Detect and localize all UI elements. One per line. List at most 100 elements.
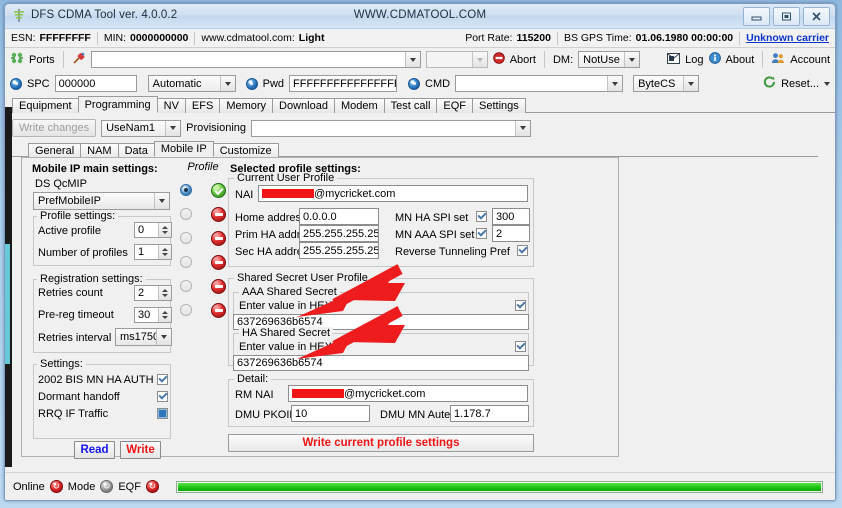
abort-icon[interactable]: [492, 52, 505, 67]
pwd-input[interactable]: FFFFFFFFFFFFFFFF: [289, 75, 398, 92]
settings-checkbox-row[interactable]: 2002 BIS MN HA AUTH: [38, 372, 168, 387]
spc-input[interactable]: 000000: [54, 75, 137, 92]
sub-tab-nam[interactable]: NAM: [80, 143, 119, 157]
number-of-profiles-stepper[interactable]: 1: [134, 244, 172, 260]
reset-label[interactable]: Reset...: [781, 78, 819, 90]
eqf-refresh-icon[interactable]: ↻: [145, 480, 159, 493]
profile-disabled-icon[interactable]: [211, 254, 226, 270]
abort-label[interactable]: Abort: [510, 54, 536, 66]
about-icon[interactable]: [708, 52, 721, 67]
settings-checkbox-row[interactable]: Dormant handoff: [38, 389, 168, 404]
profile-row[interactable]: [180, 300, 226, 320]
mn-aaa-spi-checkbox[interactable]: [476, 228, 487, 239]
ha-hex-input[interactable]: 637269636b6574: [233, 355, 529, 371]
sub-tab-customize[interactable]: Customize: [212, 143, 279, 157]
stepper-buttons[interactable]: [158, 245, 171, 259]
about-label[interactable]: About: [726, 54, 755, 66]
account-label[interactable]: Account: [790, 54, 830, 66]
retries-count-stepper[interactable]: 2: [134, 285, 172, 301]
mode-refresh-icon[interactable]: ↻: [100, 480, 114, 493]
dmu-pkoid-input[interactable]: 10: [291, 405, 370, 422]
settings-checkbox[interactable]: [157, 374, 168, 385]
profile-radio[interactable]: [180, 208, 192, 220]
profile-radio[interactable]: [180, 280, 192, 292]
sub-tab-mobile-ip[interactable]: Mobile IP: [153, 141, 214, 157]
profile-radio[interactable]: [180, 304, 192, 316]
pwd-radio-icon[interactable]: [245, 77, 258, 90]
settings-checkbox-row[interactable]: RRQ IF Traffic: [38, 406, 168, 421]
chevron-down-icon[interactable]: [515, 120, 531, 136]
ds-qcmip-select[interactable]: PrefMobileIP: [33, 192, 170, 210]
bytecs-select[interactable]: ByteCS: [633, 75, 700, 92]
cmd-radio-icon[interactable]: [408, 77, 421, 90]
mn-ha-spi-checkbox[interactable]: [476, 211, 487, 222]
write-changes-button[interactable]: Write changes: [12, 119, 97, 137]
home-address-input[interactable]: 0.0.0.0: [299, 208, 379, 225]
aaa-hex-checkbox[interactable]: [515, 300, 526, 311]
stepper-buttons[interactable]: [158, 223, 171, 237]
main-tab-eqf[interactable]: EQF: [436, 98, 474, 113]
chevron-down-icon[interactable]: [219, 76, 235, 91]
nam-select[interactable]: UseNam1: [101, 119, 182, 137]
dmu-mn-auteth-input[interactable]: 1.178.7: [450, 405, 529, 422]
settings-checkbox[interactable]: [157, 408, 168, 419]
write-current-profile-button[interactable]: Write current profile settings: [228, 434, 534, 452]
chevron-down-icon[interactable]: [624, 52, 640, 67]
port-select[interactable]: [90, 51, 421, 68]
profile-radio[interactable]: [180, 232, 192, 244]
profile-radio[interactable]: [180, 256, 192, 268]
reverse-tunneling-checkbox[interactable]: [517, 245, 528, 256]
provisioning-select[interactable]: [251, 119, 532, 137]
profile-disabled-icon[interactable]: [211, 302, 226, 318]
log-label[interactable]: Log: [685, 54, 703, 66]
read-button[interactable]: Read: [74, 441, 115, 459]
chevron-down-icon[interactable]: [156, 329, 171, 345]
online-refresh-icon[interactable]: ↻: [49, 480, 63, 493]
main-tab-download[interactable]: Download: [272, 98, 335, 113]
port-speed-select[interactable]: [425, 51, 488, 68]
main-tab-settings[interactable]: Settings: [472, 98, 526, 113]
profile-enabled-icon[interactable]: [211, 182, 226, 198]
main-tab-programming[interactable]: Programming: [77, 96, 158, 113]
profile-row[interactable]: [180, 252, 226, 272]
dm-select[interactable]: NotUse: [578, 51, 641, 68]
settings-checkbox[interactable]: [157, 391, 168, 402]
sub-tab-data[interactable]: Data: [117, 143, 155, 157]
maximize-icon[interactable]: [773, 7, 800, 26]
chevron-down-icon[interactable]: [165, 120, 181, 136]
stepper-buttons[interactable]: [158, 308, 171, 322]
profile-disabled-icon[interactable]: [211, 230, 226, 246]
chevron-down-icon[interactable]: [404, 52, 420, 67]
chevron-down-icon[interactable]: [683, 76, 699, 91]
ha-hex-checkbox[interactable]: [515, 341, 526, 352]
prim-ha-address-input[interactable]: 255.255.255.255: [299, 225, 379, 242]
chevron-down-icon[interactable]: [154, 193, 169, 209]
mn-ha-spi-input[interactable]: 300: [492, 208, 530, 225]
main-tab-modem[interactable]: Modem: [333, 98, 385, 113]
rm-nai-input[interactable]: @mycricket.com: [288, 385, 528, 402]
sub-tab-general[interactable]: General: [28, 143, 82, 157]
nai-input[interactable]: @mycricket.com: [258, 185, 528, 202]
profile-row[interactable]: [180, 180, 226, 200]
main-tab-test-call[interactable]: Test call: [383, 98, 438, 113]
main-tab-nv[interactable]: NV: [156, 98, 186, 113]
cmd-input[interactable]: [455, 75, 624, 92]
profile-radio[interactable]: [180, 184, 192, 196]
chevron-down-icon[interactable]: [824, 81, 830, 86]
profile-row[interactable]: [180, 228, 226, 248]
account-icon[interactable]: [771, 52, 785, 67]
profile-row[interactable]: [180, 204, 226, 224]
carrier-link[interactable]: Unknown carrier: [746, 32, 829, 44]
reset-icon[interactable]: [763, 76, 776, 91]
profile-row[interactable]: [180, 276, 226, 296]
spc-radio-icon[interactable]: [10, 77, 22, 90]
profile-disabled-icon[interactable]: [211, 278, 226, 294]
profile-disabled-icon[interactable]: [211, 206, 226, 222]
minimize-icon[interactable]: [743, 7, 770, 26]
sec-ha-address-input[interactable]: 255.255.255.255: [299, 242, 379, 259]
chevron-down-icon[interactable]: [607, 76, 623, 91]
log-icon[interactable]: [667, 52, 681, 67]
chevron-down-icon[interactable]: [471, 52, 487, 67]
retries-interval-select[interactable]: ms1750: [115, 328, 172, 346]
main-tab-equipment[interactable]: Equipment: [12, 98, 79, 113]
